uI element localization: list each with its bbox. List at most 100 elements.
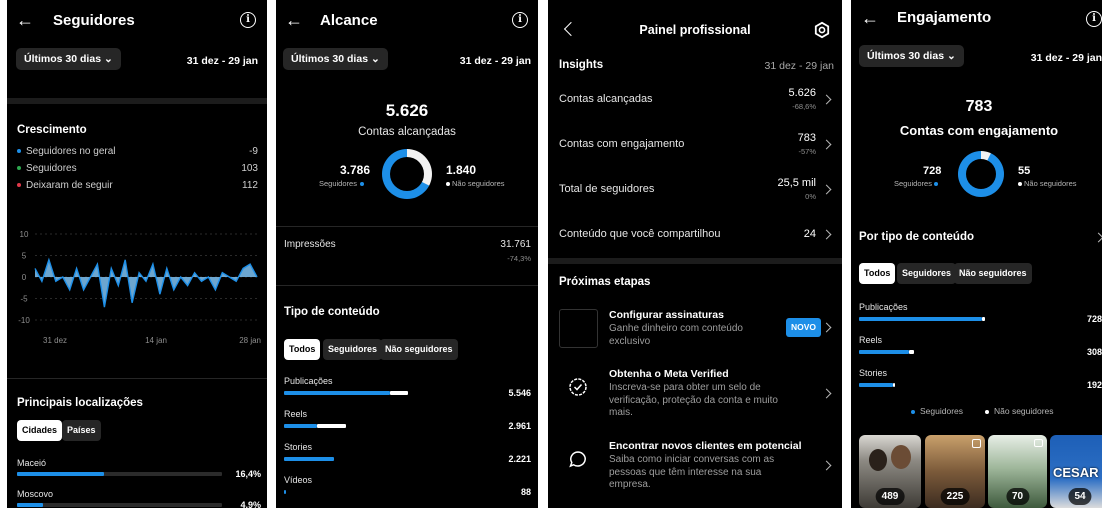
tab-all[interactable]: Todos [284, 339, 321, 360]
impressions-value: 31.761 [500, 239, 531, 250]
back-arrow-icon[interactable]: ← [285, 11, 303, 29]
divider [276, 226, 538, 227]
stat-followers: Seguidores [17, 163, 77, 174]
post-thumbnail[interactable]: 70 [988, 435, 1047, 508]
tab-cities[interactable]: Cidades [17, 420, 63, 441]
y-tick-label: -10 [18, 316, 30, 325]
next-step-description: Ganhe dinheiro com conteúdo exclusivo [609, 323, 743, 347]
period-dropdown[interactable]: Últimos 30 dias ⌄ [16, 48, 121, 70]
followers-value: 3.786 [340, 163, 371, 177]
stat-label: Seguidores [26, 163, 77, 174]
followers-label: Seguidores [894, 179, 939, 188]
back-arrow-icon[interactable]: ← [861, 9, 879, 27]
next-step-title: Obtenha o Meta Verified [609, 368, 729, 380]
location-bar [17, 503, 43, 507]
insight-row[interactable]: Contas alcançadas 5.626 -68,6% [548, 87, 842, 123]
post-thumbnail[interactable]: 489 [859, 435, 921, 508]
post-thumbnail[interactable]: 225 [925, 435, 985, 508]
reach-donut [382, 149, 432, 199]
non-followers-value: 55 [1018, 165, 1031, 177]
tab-non-followers[interactable]: Não seguidores [954, 263, 1032, 284]
next-step-description: Saiba como iniciar conversas com as pess… [609, 454, 775, 490]
period-dropdown[interactable]: Últimos 30 dias ⌄ [859, 45, 964, 67]
followers-bar [859, 350, 909, 354]
legend-non-followers: Não seguidores [985, 406, 1054, 416]
non-followers-label: Não seguidores [1018, 179, 1077, 188]
chevron-right-icon[interactable] [821, 94, 832, 105]
back-arrow-icon[interactable]: ← [16, 11, 34, 29]
header: ← Engajamento i [851, 0, 1102, 42]
engagement-total: 783 [965, 98, 993, 115]
page-title: Seguidores [53, 12, 135, 29]
person-figure [891, 445, 911, 469]
chevron-right-icon[interactable] [821, 229, 832, 240]
followers-bar [284, 490, 286, 494]
tab-countries[interactable]: Países [62, 420, 101, 441]
growth-chart[interactable]: 10 5 0 -5 -10 31 dez 14 jan 28 jan [7, 222, 267, 352]
location-bar-track [17, 503, 222, 507]
y-tick-label: 5 [22, 252, 27, 261]
chevron-right-icon[interactable] [821, 388, 832, 399]
non-followers-bar [893, 383, 895, 387]
insight-row[interactable]: Conteúdo que você compartilhou 24 [548, 222, 842, 258]
insight-value: 783 [797, 132, 816, 144]
legend-dot [17, 166, 21, 171]
next-step-row[interactable]: Obtenha o Meta Verified Inscreva-se para … [548, 368, 842, 430]
next-step-row[interactable]: Encontrar novos clientes em potencial Sai… [548, 440, 842, 502]
legend-label: Não seguidores [1024, 179, 1077, 188]
chevron-right-icon[interactable] [821, 322, 832, 333]
tab-followers[interactable]: Seguidores [323, 339, 383, 360]
insight-value: 25,5 mil [777, 177, 816, 189]
info-icon[interactable]: i [1086, 11, 1102, 27]
legend-dot [934, 182, 939, 187]
insight-value: 24 [803, 228, 816, 240]
page-title: Alcance [320, 12, 378, 29]
x-tick-label: 28 jan [239, 336, 261, 345]
tab-followers[interactable]: Seguidores [897, 263, 957, 284]
impressions-change: -74,3% [507, 254, 531, 263]
growth-heading: Crescimento [17, 124, 87, 136]
professional-dashboard-screen: Painel profissional Insights 31 dez - 29… [548, 0, 842, 508]
stat-label: Seguidores no geral [26, 146, 116, 157]
legend-dot [360, 182, 365, 187]
location-value: 4,9% [240, 500, 261, 508]
period-label: Últimos 30 dias [24, 53, 102, 65]
legend-dot [1018, 182, 1022, 187]
divider [7, 98, 267, 104]
tab-all[interactable]: Todos [859, 263, 896, 284]
info-icon[interactable]: i [512, 12, 528, 28]
location-value: 16,4% [235, 469, 261, 479]
chevron-right-icon[interactable] [821, 460, 832, 471]
period-label: Últimos 30 dias [867, 50, 945, 62]
legend-dot [985, 409, 989, 414]
followers-label: Seguidores [319, 179, 365, 188]
chevron-right-icon[interactable] [821, 184, 832, 195]
period-dropdown[interactable]: Últimos 30 dias ⌄ [283, 48, 388, 70]
period-label: Últimos 30 dias [291, 53, 369, 65]
divider [276, 285, 538, 286]
insight-row[interactable]: Total de seguidores 25,5 mil 0% [548, 177, 842, 213]
chevron-right-icon[interactable] [1093, 232, 1102, 243]
legend-dot [17, 183, 21, 188]
chevron-right-icon[interactable] [821, 139, 832, 150]
tab-non-followers[interactable]: Não seguidores [380, 339, 458, 360]
next-step-row[interactable]: Configurar assinaturas Ganhe dinheiro com… [548, 309, 842, 371]
non-followers-bar [982, 317, 985, 321]
post-thumbnail[interactable]: CESAR 54 [1050, 435, 1102, 508]
x-tick-label: 14 jan [145, 336, 167, 345]
chevron-down-icon: ⌄ [103, 53, 113, 65]
content-type-label: Reels [859, 335, 883, 345]
post-engagement-count: 54 [1068, 488, 1092, 505]
header: ← Seguidores i [7, 0, 267, 42]
content-type-label: Publicações [284, 376, 333, 386]
info-icon[interactable]: i [240, 12, 256, 28]
followers-bar [859, 383, 893, 387]
divider [548, 258, 842, 264]
insight-row[interactable]: Contas com engajamento 783 -57% [548, 132, 842, 168]
non-followers-bar [390, 391, 408, 395]
engagement-total-label: Contas com engajamento [899, 123, 1059, 138]
legend-label: Seguidores [894, 179, 932, 188]
insight-label: Contas com engajamento [559, 138, 685, 150]
settings-gear-icon[interactable] [813, 21, 831, 39]
thumbnail-text: CESAR [1053, 465, 1099, 480]
